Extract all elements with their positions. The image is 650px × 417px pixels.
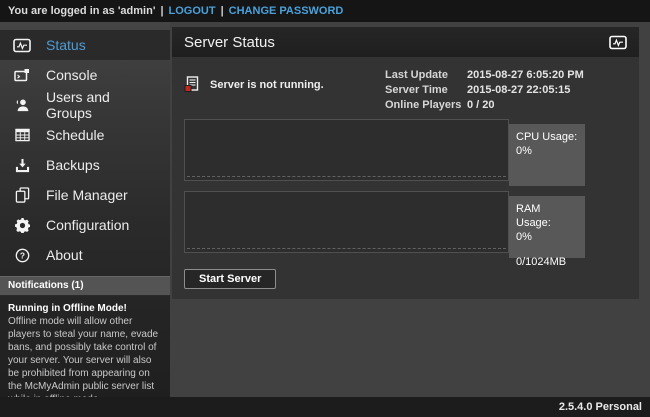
sidebar-item-label: Configuration	[46, 217, 129, 233]
content-area: Server Status	[170, 22, 650, 397]
sidebar-item-label: Status	[46, 37, 86, 53]
info-label: Online Players	[385, 99, 467, 111]
gear-icon	[12, 217, 32, 234]
notification-title: Running in Offline Mode!	[8, 302, 162, 315]
sidebar-item-label: About	[46, 247, 83, 263]
question-icon: ?	[12, 247, 32, 264]
notification-item: Running in Offline Mode! Offline mode wi…	[0, 296, 170, 412]
sidebar-item-label: Console	[46, 67, 97, 83]
info-value: 2015-08-27 22:05:15	[467, 84, 570, 96]
logout-link[interactable]: LOGOUT	[169, 5, 216, 17]
table-row: Server Time 2015-08-27 22:05:15	[385, 84, 627, 96]
version-text: 2.5.4.0 Personal	[559, 401, 642, 413]
table-row: Online Players 0 / 20	[385, 99, 627, 111]
panel-header: Server Status	[172, 27, 639, 57]
sidebar-item-configuration[interactable]: Configuration	[0, 210, 170, 240]
info-label: Server Time	[385, 84, 467, 96]
sidebar-nav: Status Console	[0, 22, 170, 270]
status-monitor-icon	[12, 37, 32, 54]
console-icon	[12, 67, 32, 84]
server-stopped-icon	[184, 76, 201, 93]
main-layout: Status Console	[0, 22, 650, 397]
sidebar-item-about[interactable]: ? About	[0, 240, 170, 270]
sidebar-item-label: File Manager	[46, 187, 128, 203]
ram-usage-graph	[184, 191, 509, 253]
server-status-panel: Server Status	[172, 27, 639, 299]
notification-text: Offline mode will allow other players to…	[8, 315, 162, 406]
table-row: Last Update 2015-08-27 6:05:20 PM	[385, 69, 627, 81]
sidebar-item-label: Schedule	[46, 127, 104, 143]
ram-usage-row: RAM Usage: 0% 0/1024MB	[184, 191, 585, 253]
server-state: Server is not running.	[184, 69, 385, 93]
sidebar-item-users-and-groups[interactable]: Users and Groups	[0, 90, 170, 120]
page-title: Server Status	[184, 34, 275, 51]
cpu-usage-label: CPU Usage:	[516, 131, 578, 145]
topbar: You are logged in as 'admin' | LOGOUT | …	[0, 0, 650, 22]
status-monitor-icon[interactable]	[609, 35, 627, 50]
ram-usage-panel: RAM Usage: 0% 0/1024MB	[509, 196, 585, 258]
info-label: Last Update	[385, 69, 467, 81]
server-info-table: Last Update 2015-08-27 6:05:20 PM Server…	[385, 69, 627, 114]
server-status-message: Server is not running.	[210, 79, 324, 91]
sidebar-item-backups[interactable]: Backups	[0, 150, 170, 180]
sidebar-item-file-manager[interactable]: File Manager	[0, 180, 170, 210]
cpu-usage-value: 0%	[516, 145, 578, 159]
info-value: 0 / 20	[467, 99, 495, 111]
status-row: Server is not running. Last Update 2015-…	[184, 69, 627, 119]
file-manager-icon	[12, 187, 32, 204]
sidebar-item-status[interactable]: Status	[0, 30, 170, 60]
svg-text:?: ?	[19, 250, 24, 260]
schedule-icon	[12, 127, 32, 144]
panel-body: Server is not running. Last Update 2015-…	[172, 57, 639, 299]
cpu-usage-panel: CPU Usage: 0%	[509, 124, 585, 186]
notifications-header: Notifications (1)	[0, 276, 170, 296]
button-row: Start Server	[184, 269, 627, 289]
ram-usage-value: 0%	[516, 231, 578, 245]
change-password-link[interactable]: CHANGE PASSWORD	[229, 5, 344, 17]
logged-in-text: You are logged in as 'admin'	[8, 5, 155, 17]
cpu-usage-graph	[184, 119, 509, 181]
info-value: 2015-08-27 6:05:20 PM	[467, 69, 584, 81]
separator: |	[216, 5, 229, 17]
backups-icon	[12, 157, 32, 174]
separator: |	[155, 5, 168, 17]
cpu-usage-row: CPU Usage: 0%	[184, 119, 585, 181]
footer: 2.5.4.0 Personal	[0, 397, 650, 417]
sidebar-item-console[interactable]: Console	[0, 60, 170, 90]
sidebar: Status Console	[0, 22, 170, 397]
sidebar-item-label: Backups	[46, 157, 100, 173]
sidebar-item-schedule[interactable]: Schedule	[0, 120, 170, 150]
ram-usage-label: RAM Usage:	[516, 203, 578, 231]
start-server-button[interactable]: Start Server	[184, 269, 276, 289]
sidebar-item-label: Users and Groups	[46, 89, 158, 121]
ram-usage-detail: 0/1024MB	[516, 256, 578, 270]
users-icon	[12, 97, 32, 114]
